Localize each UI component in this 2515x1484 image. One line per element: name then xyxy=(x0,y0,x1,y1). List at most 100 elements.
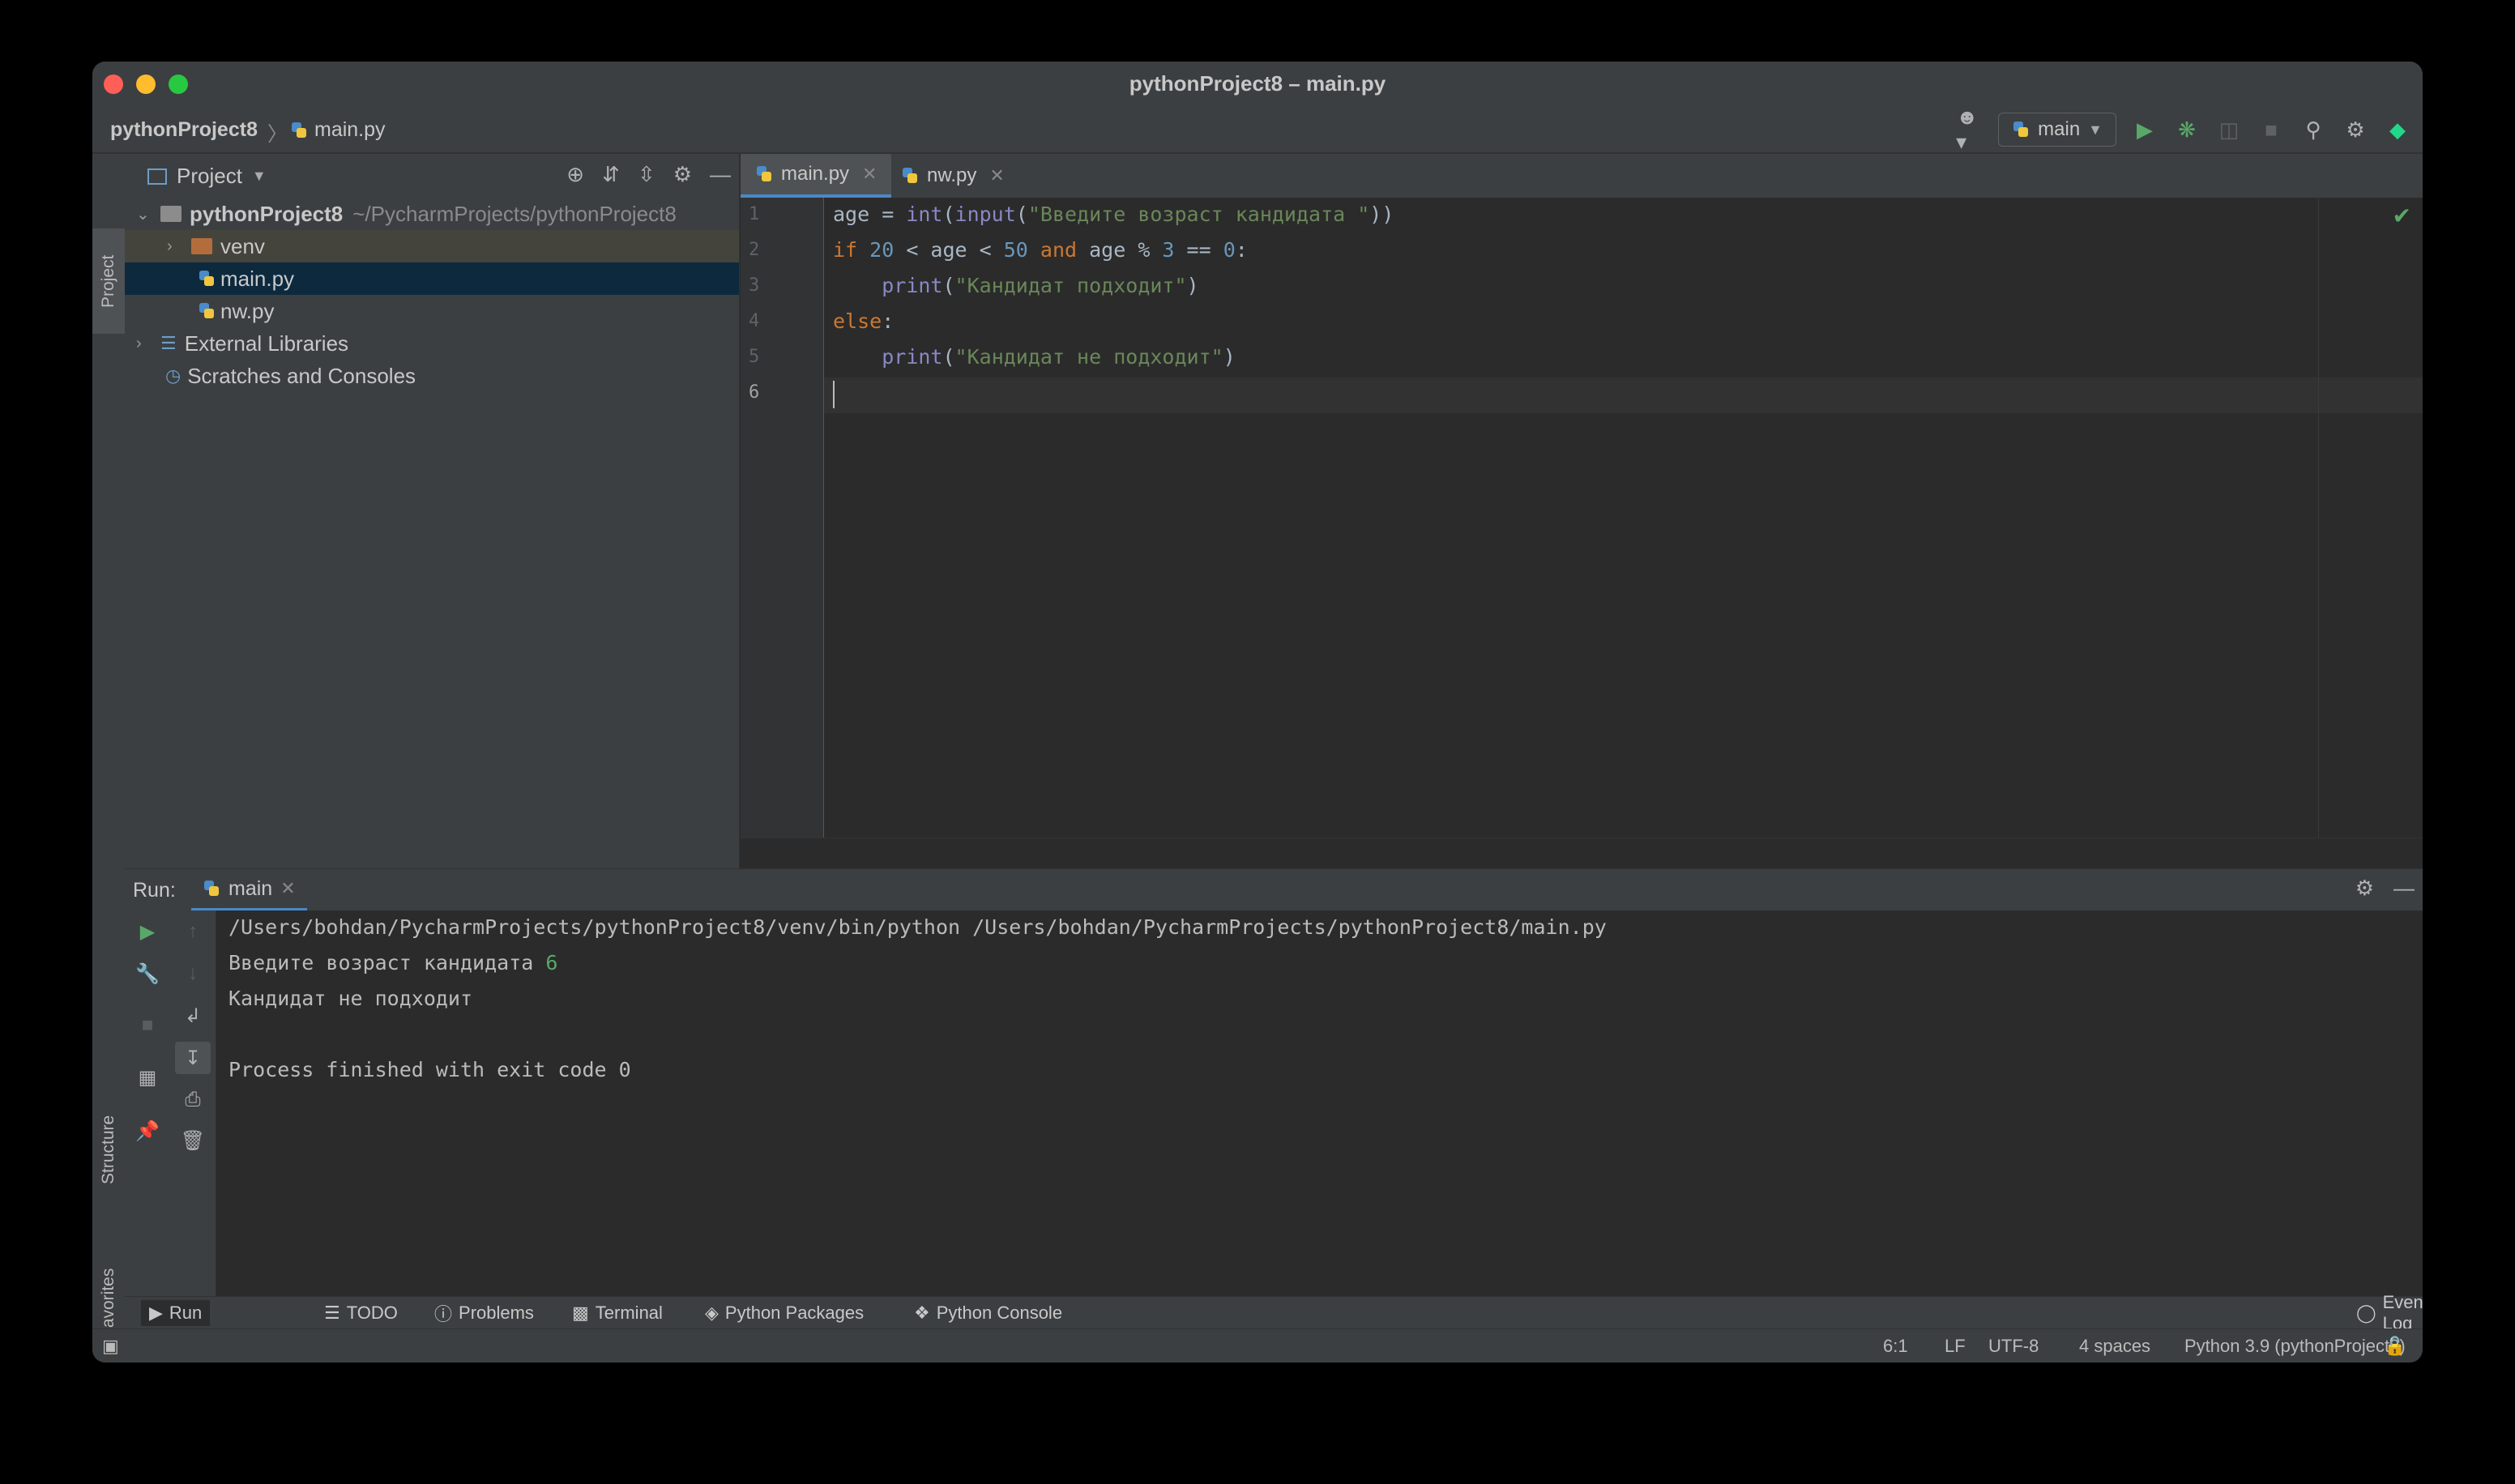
code-token: : xyxy=(882,309,895,333)
project-view-select[interactable]: Project ▼ xyxy=(147,164,267,189)
structure-tool-tab[interactable]: Structure xyxy=(92,1089,125,1210)
tree-item-label: main.py xyxy=(220,266,295,291)
tree-item-nw-py[interactable]: nw.py xyxy=(125,295,739,327)
tree-item-label: nw.py xyxy=(220,298,275,323)
stop-icon[interactable]: ■ xyxy=(125,1009,170,1042)
code-line: age = int(input("Введите возраст кандида… xyxy=(833,203,1394,226)
status-indent[interactable]: 4 spaces xyxy=(2079,1336,2150,1357)
info-icon: ⓘ xyxy=(434,1304,453,1324)
project-tool-tab[interactable]: Project xyxy=(92,228,125,334)
code-editor[interactable]: 1 2 3 4 5 6 age = int(input("Введите воз… xyxy=(741,198,2423,838)
line-number: 6 xyxy=(749,382,760,403)
tree-item-project-root[interactable]: ⌄ pythonProject8 ~/PycharmProjects/pytho… xyxy=(125,198,739,230)
jetbrains-toolbox-icon[interactable]: ◆ xyxy=(2384,116,2411,143)
tool-tab-problems[interactable]: ⓘ Problems xyxy=(434,1300,534,1326)
search-icon[interactable]: ⚲ xyxy=(2299,116,2327,143)
hide-panel-icon[interactable]: — xyxy=(2393,876,2415,901)
tab-nw-py[interactable]: nw.py ✕ xyxy=(886,154,1019,198)
tool-tab-terminal[interactable]: ▩ Terminal xyxy=(572,1300,663,1326)
trash-icon[interactable]: 🗑 xyxy=(170,1124,216,1157)
tab-main-py[interactable]: main.py ✕ xyxy=(741,154,892,198)
scroll-to-end-icon[interactable]: ↧ xyxy=(175,1042,211,1074)
status-caret-position[interactable]: 6:1 xyxy=(1883,1336,1908,1357)
code-token: 50 xyxy=(1003,238,1028,262)
chevron-right-icon[interactable]: › xyxy=(167,237,183,256)
chevron-down-icon[interactable]: ⌄ xyxy=(136,204,152,224)
run-toolbar-primary: ▶ 🔧 ■ ▦ 📌 xyxy=(125,910,171,1296)
status-encoding[interactable]: UTF-8 xyxy=(1988,1336,2039,1357)
close-tab-icon[interactable]: ✕ xyxy=(862,164,877,185)
settings-gear-icon[interactable]: ⚙ xyxy=(673,162,692,187)
code-token: : xyxy=(1235,238,1248,262)
python-file-icon xyxy=(198,302,216,320)
run-icon[interactable]: ▶ xyxy=(2131,116,2158,143)
code-token: "Кандидат не подходит" xyxy=(954,345,1223,369)
run-panel-body: ▶ 🔧 ■ ▦ 📌 ↑ ↓ ↲ ↧ ⎙ 🗑 /Users/bohdan/Pych… xyxy=(125,910,2423,1296)
event-log-icon: ◯ xyxy=(2356,1303,2376,1323)
project-view-icon xyxy=(147,168,167,185)
print-icon[interactable]: ⎙ xyxy=(170,1084,216,1116)
tool-tab-event-log[interactable]: ◯Event Log xyxy=(2356,1292,2423,1333)
breadcrumb-file[interactable]: main.py xyxy=(290,118,386,142)
chevron-down-icon: ▼ xyxy=(2088,121,2103,138)
tool-tab-run[interactable]: ▶ Run xyxy=(141,1300,211,1326)
tool-tab-todo[interactable]: ☰ TODO xyxy=(324,1300,398,1326)
toolbar: ☻▾ main ▼ ▶ ❋ ◫ ■ ⚲ ⚙ ◆ xyxy=(1956,104,2411,154)
locate-file-icon[interactable]: ⊕ xyxy=(566,162,584,187)
status-interpreter[interactable]: Python 3.9 (pythonProject8) xyxy=(2184,1336,2406,1357)
title-bar: pythonProject8 – main.py xyxy=(92,62,2423,108)
tool-tab-python-packages[interactable]: ◈ Python Packages xyxy=(705,1300,864,1326)
breadcrumb-project[interactable]: pythonProject8 xyxy=(110,118,258,142)
code-line: if 20 < age < 50 and age % 3 == 0: xyxy=(833,238,1248,262)
tree-item-venv[interactable]: › venv xyxy=(125,230,739,262)
editor-right-margin: ✔ xyxy=(2318,198,2423,838)
up-arrow-icon[interactable]: ↑ xyxy=(170,915,216,948)
debug-icon[interactable]: ❋ xyxy=(2173,116,2201,143)
tree-item-label: venv xyxy=(220,233,265,258)
tree-item-external-libraries[interactable]: › ☰ External Libraries xyxy=(125,327,739,360)
close-tab-icon[interactable]: ✕ xyxy=(989,165,1004,186)
user-account-icon[interactable]: ☻▾ xyxy=(1956,104,1983,154)
run-tab-main[interactable]: main ✕ xyxy=(191,869,307,911)
no-problems-check-icon[interactable]: ✔ xyxy=(2393,203,2411,229)
python-config-icon xyxy=(203,880,220,898)
tool-tab-python-console[interactable]: ❖ Python Console xyxy=(914,1300,1062,1326)
list-icon: ☰ xyxy=(324,1303,340,1323)
code-token: ( xyxy=(942,203,955,226)
code-token: 0 xyxy=(1223,238,1236,262)
edit-configuration-wrench-icon[interactable]: 🔧 xyxy=(125,957,170,990)
soft-wrap-icon[interactable]: ↲ xyxy=(170,1000,216,1032)
stop-icon[interactable]: ■ xyxy=(2257,116,2285,143)
project-panel-tools: ⊕ ⇵ ⇳ ⚙ — xyxy=(566,162,731,187)
window-title: pythonProject8 – main.py xyxy=(1129,71,1386,96)
line-number: 1 xyxy=(749,204,760,224)
code-token: ( xyxy=(942,274,955,297)
tree-item-scratches[interactable]: ◷ Scratches and Consoles xyxy=(125,360,739,392)
toggle-tool-windows-icon[interactable]: ▣ xyxy=(102,1336,119,1357)
hide-panel-icon[interactable]: — xyxy=(710,162,731,187)
pin-tab-icon[interactable]: 📌 xyxy=(125,1115,170,1147)
code-token: else xyxy=(833,309,882,333)
close-tab-icon[interactable]: ✕ xyxy=(280,878,295,899)
run-configuration-select[interactable]: main ▼ xyxy=(1998,113,2116,147)
collapse-all-icon[interactable]: ⇳ xyxy=(638,162,655,187)
chevron-right-icon[interactable]: › xyxy=(136,335,152,353)
run-configuration-label: main xyxy=(2038,118,2081,140)
restore-layout-icon[interactable]: ▦ xyxy=(125,1061,170,1094)
down-arrow-icon[interactable]: ↓ xyxy=(170,957,216,990)
rerun-icon[interactable]: ▶ xyxy=(125,915,170,948)
line-number-gutter: 1 2 3 4 5 6 xyxy=(741,198,824,838)
coverage-icon[interactable]: ◫ xyxy=(2215,116,2243,143)
code-token: age % xyxy=(1089,238,1163,262)
lock-icon[interactable]: 🔓 xyxy=(2384,1336,2406,1357)
tree-item-main-py[interactable]: main.py xyxy=(125,262,739,295)
status-line-separator[interactable]: LF xyxy=(1945,1336,1966,1357)
console-result-line: Кандидат не подходит xyxy=(228,987,473,1010)
expand-all-icon[interactable]: ⇵ xyxy=(602,162,620,187)
breadcrumb-separator: 〉 xyxy=(267,123,288,146)
code-token: int xyxy=(906,203,943,226)
settings-gear-icon[interactable]: ⚙ xyxy=(2342,116,2369,143)
code-token: == xyxy=(1174,238,1223,262)
settings-gear-icon[interactable]: ⚙ xyxy=(2355,876,2374,901)
